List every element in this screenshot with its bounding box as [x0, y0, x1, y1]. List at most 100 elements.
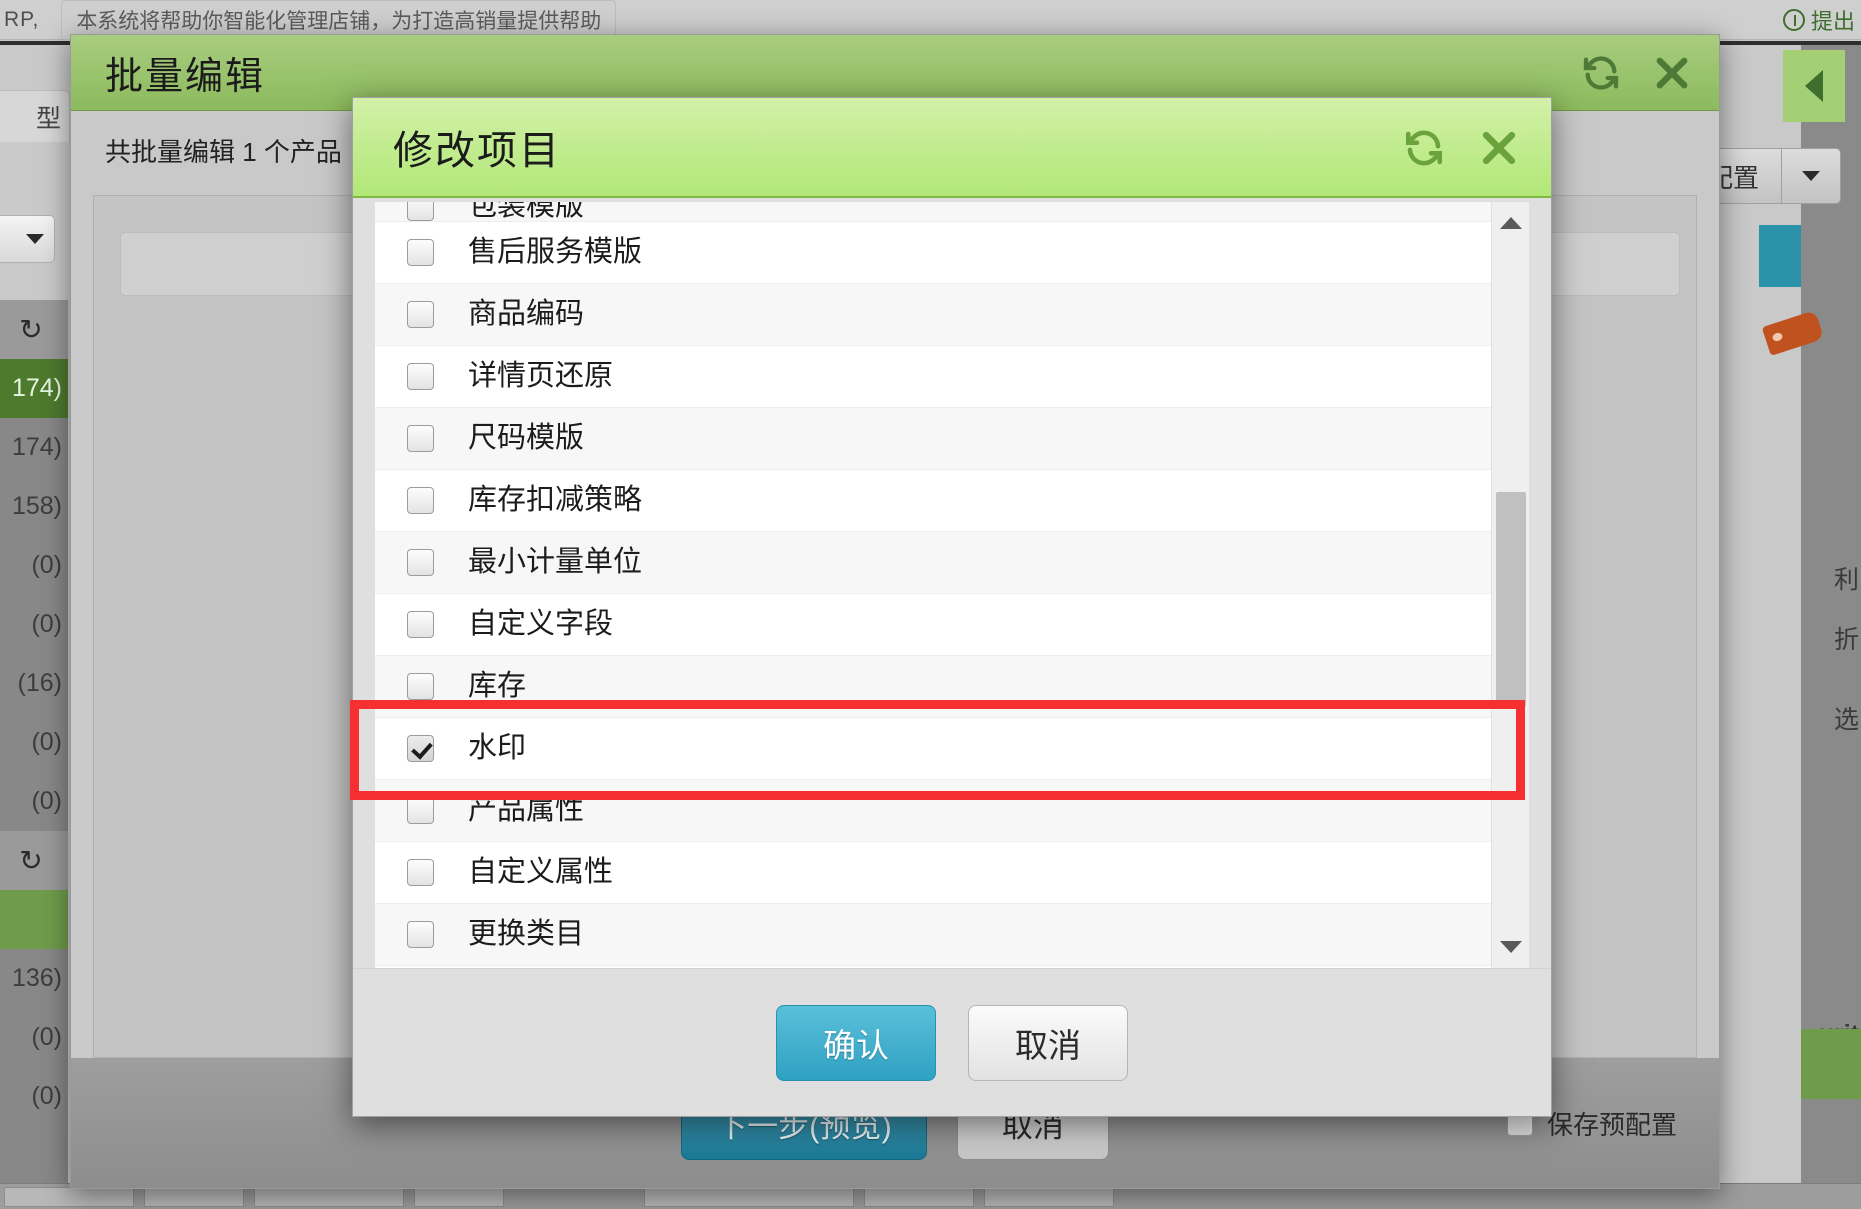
list-item-label: 详情页还原 — [468, 360, 614, 392]
item-checkbox[interactable] — [407, 735, 434, 762]
list-item[interactable]: 库存 — [375, 656, 1491, 718]
list-item-label: 自定义字段 — [468, 608, 614, 640]
modify-items-dialog: 修改项目 包装模版售后服务模版 商品编码详情页还原尺码模版库存扣减策略 最小计量单位… — [352, 97, 1552, 1117]
item-checkbox[interactable] — [407, 859, 434, 886]
list-scrollbar[interactable] — [1491, 202, 1529, 968]
modify-items-header: 修改项目 — [353, 98, 1551, 198]
list-item[interactable]: 库存扣减策略 — [375, 470, 1491, 532]
refresh-icon[interactable] — [1579, 53, 1623, 93]
list-item-label: 售后服务模版 — [468, 236, 643, 268]
app-footer-green-block — [1801, 1029, 1861, 1099]
triangle-down-icon — [1500, 941, 1522, 953]
left-count-row[interactable]: (0) — [0, 772, 68, 831]
right-label: 利 — [1833, 566, 1859, 594]
save-preset-checkbox-label: 保存预配置 — [1546, 1109, 1677, 1140]
scroll-thumb[interactable] — [1496, 492, 1526, 707]
item-checkbox[interactable] — [407, 797, 434, 824]
item-checkbox[interactable] — [407, 202, 434, 221]
list-item[interactable]: 包装模版 — [375, 202, 1491, 222]
list-item[interactable]: 水印 — [375, 718, 1491, 780]
bottom-cell[interactable] — [4, 1186, 134, 1207]
left-panel-refresh-1[interactable]: ↻ — [0, 300, 68, 359]
list-item[interactable]: 商品编码 — [375, 284, 1491, 346]
modify-items-footer: 确认 取消 — [353, 968, 1551, 1116]
help-link-label: 提出 — [1810, 9, 1855, 34]
item-checkbox[interactable] — [407, 363, 434, 390]
save-preset-dropdown[interactable] — [1782, 149, 1840, 203]
left-count-row[interactable]: (0) — [0, 595, 68, 654]
item-checkbox[interactable] — [407, 425, 434, 452]
left-count-row[interactable]: 158) — [0, 477, 68, 536]
close-icon[interactable] — [1477, 126, 1521, 170]
left-count-row[interactable]: (0) — [0, 713, 68, 772]
list-item-label: 最小计量单位 — [468, 546, 643, 578]
list-item[interactable]: 自定义属性 — [375, 842, 1491, 904]
list-item-label: 更换类目 — [468, 918, 585, 950]
batch-edit-subtitle: 共批量编辑 1 个产品 — [105, 136, 342, 167]
bottom-cell[interactable] — [864, 1186, 974, 1207]
item-checkbox[interactable] — [407, 611, 434, 638]
bottom-cell[interactable] — [644, 1186, 854, 1207]
item-checkbox[interactable] — [407, 301, 434, 328]
app-tab-type[interactable]: 型 — [0, 90, 70, 142]
list-item-label: 库存扣减策略 — [468, 484, 643, 516]
cancel-button[interactable]: 取消 — [968, 1004, 1128, 1081]
refresh-icon[interactable] — [1401, 127, 1447, 169]
bottom-cell[interactable] — [414, 1186, 504, 1207]
list-item-label: 包装模版 — [468, 202, 585, 222]
list-item[interactable]: 自定义字段 — [375, 594, 1491, 656]
list-item-label: 尺码模版 — [468, 422, 585, 454]
refresh-icon: ↻ — [19, 845, 43, 876]
triangle-up-icon — [1500, 217, 1522, 229]
right-label: 折 — [1833, 626, 1859, 654]
app-filter-select[interactable] — [0, 215, 55, 263]
list-item[interactable]: 售后服务模版 — [375, 222, 1491, 284]
app-left-counts-panel: ↻ 174) 174) 158) (0) (0) (16) (0) (0) ↻ … — [0, 300, 68, 1209]
bottom-cell[interactable] — [144, 1186, 244, 1207]
left-count-row[interactable]: (16) — [0, 654, 68, 713]
scroll-up-button[interactable] — [1492, 206, 1529, 240]
help-circle-icon — [1782, 9, 1805, 31]
list-item-label: 库存 — [468, 670, 527, 702]
chevron-left-icon — [1805, 70, 1823, 102]
scroll-down-button[interactable] — [1492, 930, 1529, 964]
list-item[interactable]: 更换类目 — [375, 904, 1491, 966]
right-label: 选 — [1833, 706, 1859, 734]
help-link[interactable]: 提出 — [1782, 4, 1855, 36]
left-count-row[interactable]: 136) — [0, 949, 68, 1008]
left-count-row[interactable]: 174) — [0, 359, 68, 418]
confirm-button[interactable]: 确认 — [776, 1004, 936, 1081]
chevron-down-icon — [26, 234, 44, 244]
bottom-cell[interactable] — [984, 1186, 1114, 1207]
item-checkbox[interactable] — [407, 239, 434, 266]
list-item[interactable]: 尺码模版 — [375, 408, 1491, 470]
list-item-label: 水印 — [468, 732, 527, 764]
left-count-row[interactable]: (0) — [0, 1067, 68, 1126]
collapse-panel-button[interactable] — [1783, 50, 1845, 122]
batch-edit-title: 批量编辑 — [105, 56, 266, 98]
left-panel-refresh-2[interactable]: ↻ — [0, 831, 68, 890]
left-count-row[interactable]: 174) — [0, 418, 68, 477]
left-count-row[interactable]: (0) — [0, 536, 68, 595]
list-item-label: 产品属性 — [468, 794, 585, 826]
left-count-row[interactable]: (0) — [0, 1008, 68, 1067]
refresh-icon: ↻ — [19, 314, 43, 345]
close-icon[interactable] — [1651, 52, 1693, 94]
app-teal-badge — [1759, 225, 1801, 287]
modify-items-list-wrap: 包装模版售后服务模版 商品编码详情页还原尺码模版库存扣减策略 最小计量单位 自定义字段… — [375, 202, 1529, 968]
item-checkbox[interactable] — [407, 921, 434, 948]
item-checkbox[interactable] — [407, 487, 434, 514]
modify-items-title: 修改项目 — [393, 129, 561, 173]
list-item[interactable]: 产品属性 — [375, 780, 1491, 842]
list-item[interactable]: 详情页还原 — [375, 346, 1491, 408]
item-checkbox[interactable] — [407, 549, 434, 576]
list-item-label: 自定义属性 — [468, 856, 614, 888]
list-item-label: 商品编码 — [468, 298, 585, 330]
list-item[interactable]: 最小计量单位 — [375, 532, 1491, 594]
item-checkbox[interactable] — [407, 673, 434, 700]
app-topbar-left-text: RP, — [4, 7, 40, 31]
chevron-down-icon — [1802, 171, 1820, 181]
bottom-cell[interactable] — [254, 1186, 404, 1207]
left-panel-green-row[interactable] — [0, 890, 68, 949]
modify-items-list[interactable]: 包装模版售后服务模版 商品编码详情页还原尺码模版库存扣减策略 最小计量单位 自定义字段… — [375, 202, 1491, 968]
